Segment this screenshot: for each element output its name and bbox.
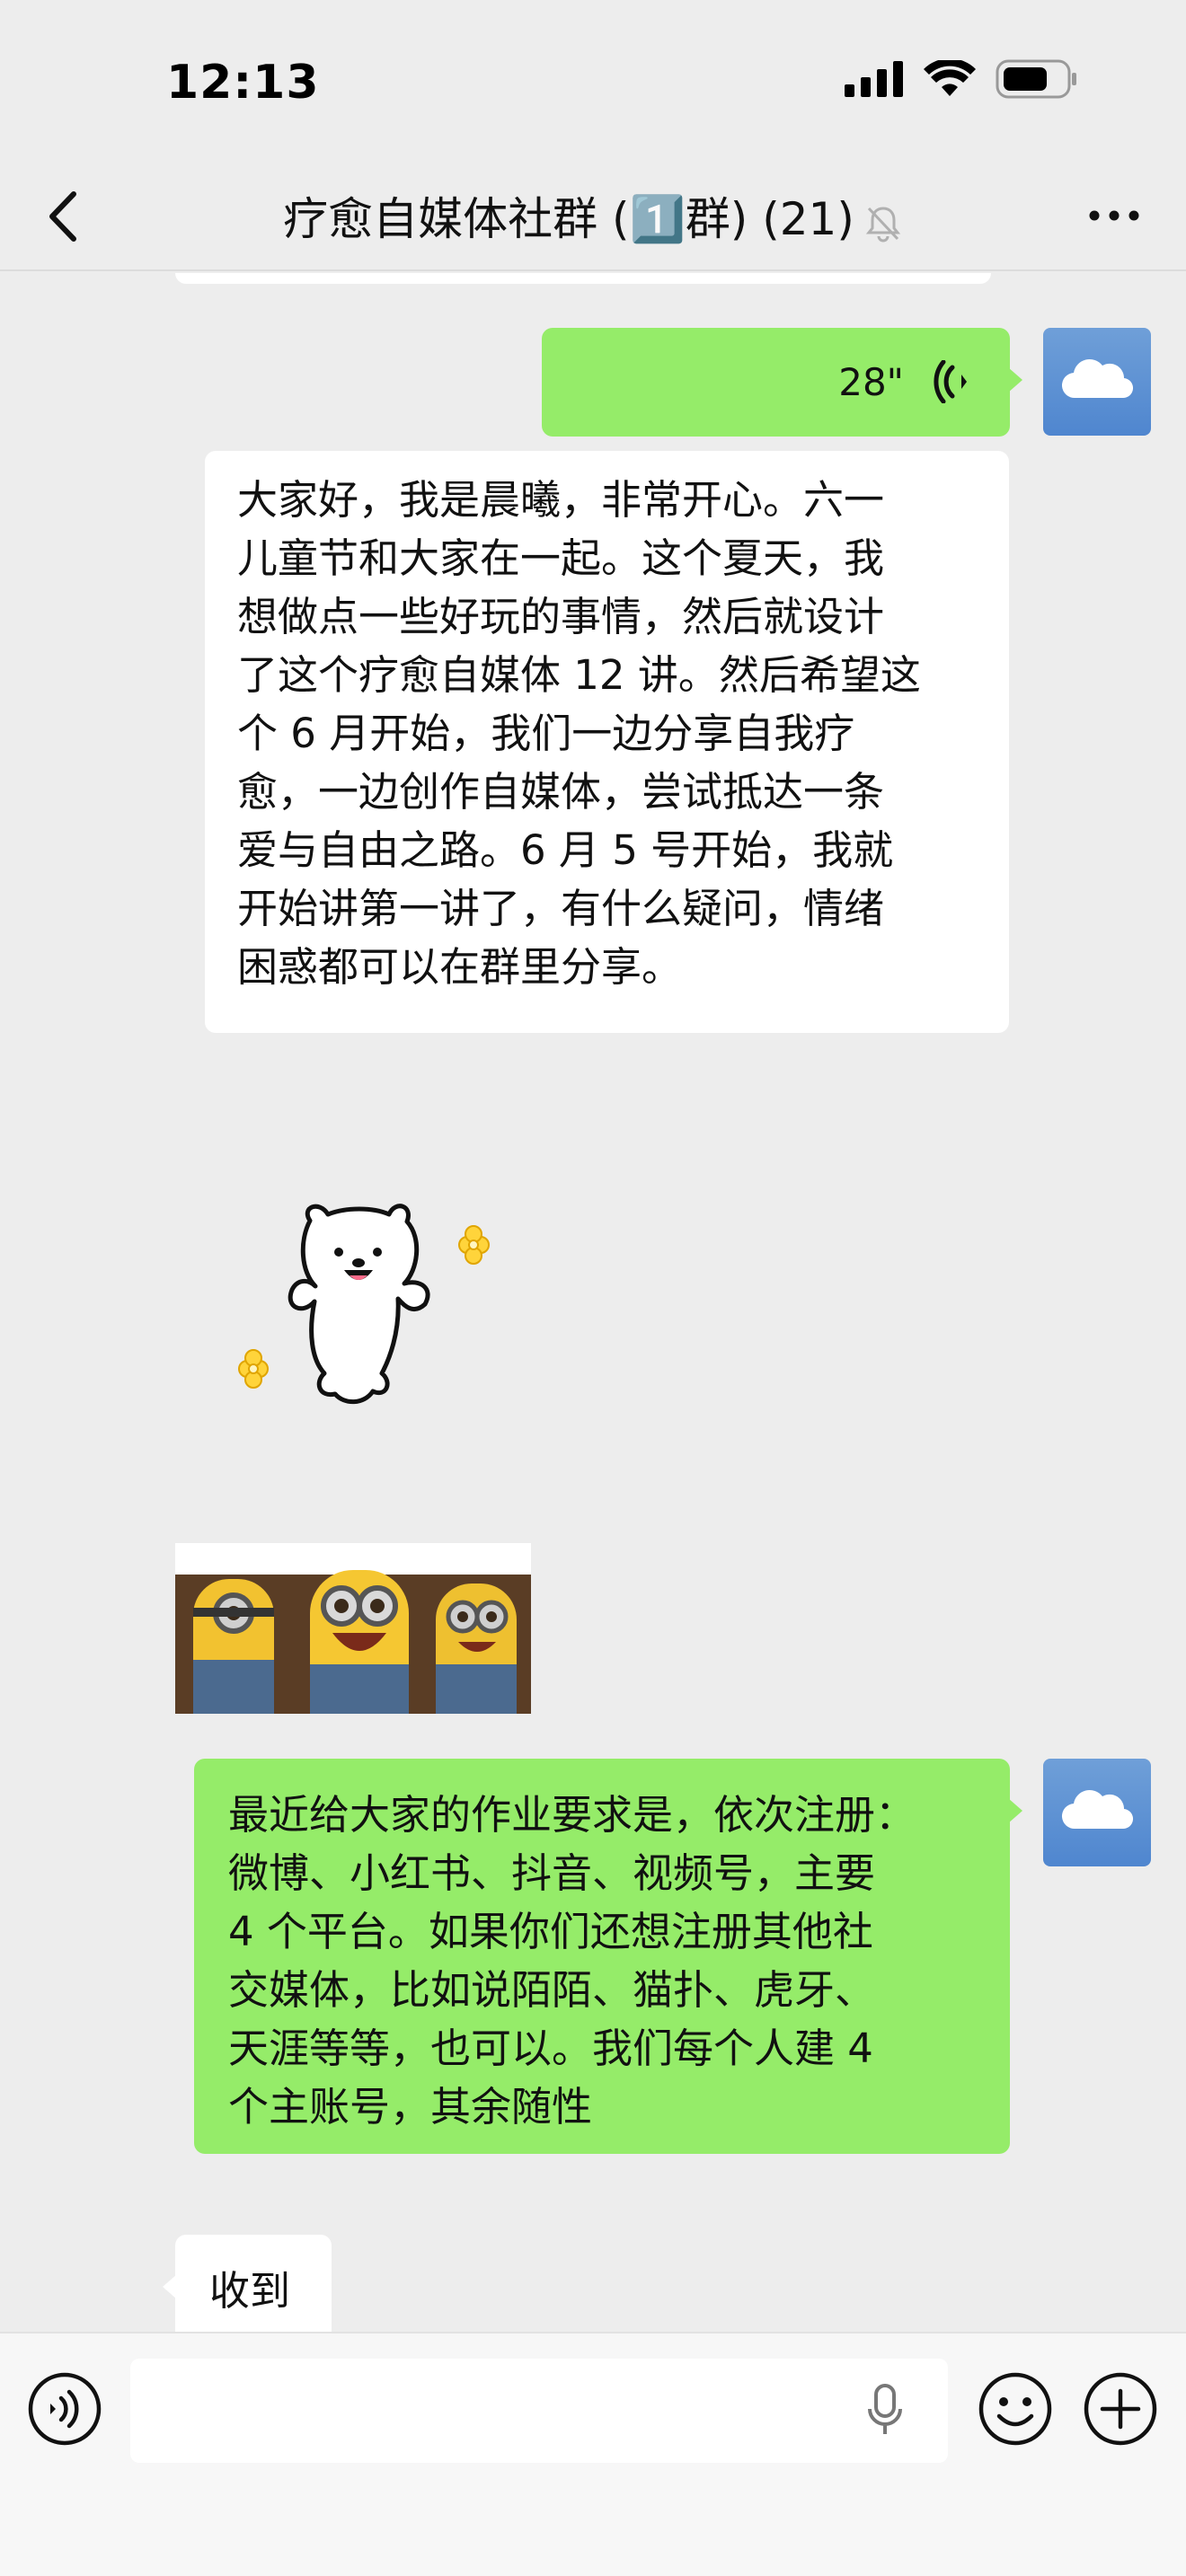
- battery-icon: [996, 59, 1076, 99]
- chat-area[interactable]: 28" 大家好，我是晨曦，非常开心。六一 儿童节和大家在一起。这个夏天，我 想做…: [0, 273, 1186, 2332]
- mic-icon[interactable]: [867, 2384, 903, 2438]
- bell-slash-icon: [865, 206, 900, 242]
- voice-duration: 28": [838, 360, 904, 404]
- message-input[interactable]: [130, 2359, 948, 2463]
- self-avatar[interactable]: [1043, 1759, 1151, 1866]
- minion-figure: [436, 1584, 517, 1714]
- chat-title: 疗愈自媒体社群 (1️⃣群) (21): [0, 183, 1186, 248]
- status-time: 12:13: [166, 56, 320, 110]
- chat-title-text: 疗愈自媒体社群 (1️⃣群) (21): [283, 193, 854, 245]
- status-icons: [845, 59, 1078, 99]
- emoji-icon[interactable]: [978, 2371, 1053, 2447]
- text-message-bubble[interactable]: 收到: [163, 2235, 332, 2332]
- signal-icon: [845, 61, 903, 97]
- message-text: 大家好，我是晨曦，非常开心。六一 儿童节和大家在一起。这个夏天，我 想做点一些好…: [237, 476, 921, 991]
- input-bar: [0, 2332, 1186, 2576]
- wifi-icon: [924, 60, 976, 96]
- chat-header: 疗愈自媒体社群 (1️⃣群) (21): [0, 162, 1186, 271]
- minion-figure: [310, 1570, 409, 1714]
- ellipsis-icon[interactable]: [1087, 207, 1141, 225]
- previous-message-bubble: [175, 273, 991, 284]
- voice-wave-icon: [934, 360, 967, 403]
- minion-figure: [193, 1579, 274, 1714]
- flower-icon: [238, 1349, 269, 1389]
- dancing-bear-sticker[interactable]: [229, 1189, 499, 1432]
- bubble-tail: [1008, 367, 1022, 393]
- status-bar: 12:13: [0, 0, 1186, 162]
- text-message-bubble[interactable]: 最近给大家的作业要求是，依次注册： 微博、小红书、抖音、视频号，主要 4 个平台…: [194, 1759, 1022, 2154]
- voice-icon[interactable]: [27, 2371, 102, 2447]
- plus-icon[interactable]: [1083, 2371, 1158, 2447]
- flower-icon: [458, 1225, 490, 1265]
- self-avatar[interactable]: [1043, 328, 1151, 436]
- cloud-icon: [1061, 358, 1134, 399]
- voice-message-bubble[interactable]: 28": [542, 328, 1022, 437]
- minions-sticker[interactable]: [175, 1543, 531, 1714]
- text-message-bubble[interactable]: 大家好，我是晨曦，非常开心。六一 儿童节和大家在一起。这个夏天，我 想做点一些好…: [205, 451, 1009, 1033]
- message-text: 最近给大家的作业要求是，依次注册： 微博、小红书、抖音、视频号，主要 4 个平台…: [228, 1791, 916, 2130]
- bubble-tail: [163, 2274, 177, 2299]
- bubble-tail: [1008, 1798, 1022, 1823]
- message-text: 收到: [209, 2267, 291, 2315]
- cloud-icon: [1061, 1789, 1134, 1830]
